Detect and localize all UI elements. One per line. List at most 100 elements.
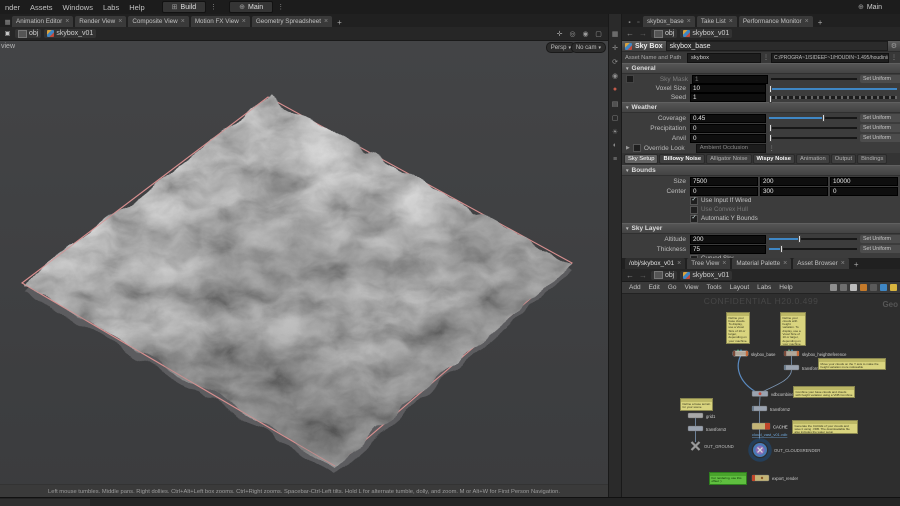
set-uniform-button[interactable]: Set Uniform	[860, 124, 900, 132]
expand-icon[interactable]: ▶	[626, 145, 630, 151]
set-uniform-button[interactable]: Set Uniform	[860, 245, 900, 253]
voxel-size-slider[interactable]	[769, 84, 897, 93]
thickness-slider[interactable]	[769, 245, 857, 253]
node-out-ground[interactable]: OUT_GROUND	[690, 441, 734, 451]
close-icon[interactable]: ×	[118, 18, 122, 25]
section-weather[interactable]: Weather	[622, 102, 900, 113]
new-tab-button[interactable]: +	[851, 260, 862, 269]
size-x-field[interactable]: 7500	[690, 176, 758, 186]
menu-view[interactable]: View	[680, 284, 702, 291]
menu-help[interactable]: Help	[124, 3, 149, 12]
close-icon[interactable]: ×	[687, 18, 691, 25]
camera-select-button[interactable]: No cam ▾	[570, 42, 606, 53]
node-skybox-base[interactable]: skybox_base	[732, 349, 776, 358]
breadcrumb-root[interactable]: obj	[651, 270, 678, 280]
set-uniform-button[interactable]: Set Uniform	[860, 114, 900, 122]
use-input-checkbox[interactable]	[690, 196, 698, 205]
folder-icon[interactable]	[890, 284, 897, 291]
menu-add[interactable]: Add	[625, 284, 645, 291]
menu-help[interactable]: Help	[775, 284, 796, 291]
gear-icon[interactable]: ⚙	[891, 42, 897, 50]
coverage-field[interactable]: 0.45	[690, 113, 766, 123]
cache-file-link[interactable]: cloud_vast_v01.vdb	[752, 432, 788, 437]
tab-asset-browser[interactable]: Asset Browser ×	[793, 258, 849, 269]
network-canvas[interactable]: CONFIDENTIAL H20.0.499 Geo skybox_base s…	[622, 294, 900, 499]
menu-render[interactable]: nder	[0, 3, 25, 12]
asset-name-dropdown[interactable]: skybox	[687, 52, 761, 63]
sky-mask-field[interactable]: 1	[692, 74, 768, 84]
pin-icon[interactable]: ▣	[3, 29, 12, 38]
node-vdbcombine1[interactable]: vdbcombine1	[751, 390, 797, 397]
record-icon[interactable]: ●	[611, 85, 620, 94]
set-uniform-button[interactable]: Set Uniform	[860, 235, 900, 243]
pane-menu-icon[interactable]: ▪	[625, 18, 634, 27]
sticky-note-base-clouds[interactable]: Define your base clouds. To display, use…	[726, 312, 750, 344]
build-desktop-menu-icon[interactable]: ⋮	[210, 3, 217, 11]
node-transform2[interactable]: transform2	[751, 405, 791, 412]
select-mode-icon[interactable]: ◎	[568, 29, 577, 38]
back-icon[interactable]: ←	[625, 29, 635, 38]
tab-animation[interactable]: Animation	[795, 154, 830, 164]
node-transform1[interactable]: transform1	[783, 364, 823, 371]
tab-animation-editor[interactable]: Animation Editor ×	[12, 16, 74, 27]
precipitation-field[interactable]: 0	[690, 123, 766, 133]
tab-tree-view[interactable]: Tree View ×	[687, 258, 731, 269]
override-look-checkbox[interactable]	[632, 144, 641, 152]
convex-hull-checkbox[interactable]	[690, 205, 698, 214]
desktop-main-selector[interactable]: ⊕ Main	[229, 1, 274, 13]
node-grid1[interactable]: grid1	[687, 412, 716, 419]
tab-take-list[interactable]: Take List ×	[696, 16, 737, 27]
coverage-slider[interactable]	[769, 114, 857, 122]
tab-bindings[interactable]: Bindings	[857, 154, 888, 164]
sticky-note-combine-clouds[interactable]: Combine your base clouds and clouds with…	[793, 386, 855, 398]
tab-material-palette[interactable]: Material Palette ×	[732, 258, 792, 269]
wrench-icon[interactable]	[830, 284, 837, 291]
tab-network-editor[interactable]: /obj/skybox_v01 ×	[625, 258, 686, 269]
tab-performance-monitor[interactable]: Performance Monitor ×	[738, 16, 813, 27]
menu-assets[interactable]: Assets	[25, 3, 58, 12]
tab-sky-setup[interactable]: Sky Setup	[624, 154, 659, 164]
sticky-note-height-clouds[interactable]: Define your clouds with height variation…	[780, 312, 806, 346]
override-look-dropdown[interactable]: Ambient Occlusion	[695, 143, 766, 153]
node-transform3[interactable]: transform3	[687, 425, 727, 432]
close-icon[interactable]: ×	[677, 260, 681, 267]
first-person-icon[interactable]: ◉	[611, 71, 620, 80]
box-icon[interactable]	[850, 284, 857, 291]
new-tab-button[interactable]: +	[334, 18, 345, 27]
desktop-build-selector[interactable]: ⊞ Build	[161, 1, 207, 13]
close-icon[interactable]: ×	[65, 18, 69, 25]
shading-icon[interactable]: ◐	[611, 141, 620, 150]
node-export-render[interactable]: export_render	[751, 474, 799, 482]
precipitation-slider[interactable]	[769, 124, 857, 132]
camera-icon[interactable]: ▤	[611, 99, 620, 108]
new-tab-button[interactable]: +	[815, 18, 826, 27]
section-sky-layer[interactable]: Sky Layer	[622, 223, 900, 234]
menu-tools[interactable]: Tools	[702, 284, 725, 291]
pane-maximize-icon[interactable]: ▫	[634, 18, 643, 27]
channel-enable-checkbox[interactable]	[626, 75, 634, 83]
menu-layout[interactable]: Layout	[726, 284, 754, 291]
close-icon[interactable]: ×	[805, 18, 809, 25]
main-desktop-menu-icon[interactable]: ⋮	[277, 3, 284, 11]
sticky-note-base-terrain[interactable]: Define a base terrain for your scene	[680, 398, 713, 411]
close-icon[interactable]: ×	[181, 18, 185, 25]
tab-billowy-noise[interactable]: Billowy Noise	[659, 154, 706, 164]
anvil-slider[interactable]	[769, 134, 857, 142]
menu-edit[interactable]: Edit	[645, 284, 664, 291]
anvil-field[interactable]: 0	[690, 133, 766, 143]
grid-snap-icon[interactable]	[870, 284, 877, 291]
sticky-note-cache[interactable]: Generate the CACHE of your clouds and sa…	[792, 420, 858, 434]
scene-viewport[interactable]: view Persp ▾ No cam ▾ Left mouse tumbles. …	[0, 41, 608, 498]
set-uniform-button[interactable]: Set Uniform	[860, 75, 900, 83]
tab-alligator-noise[interactable]: Alligator Noise	[706, 154, 752, 164]
lighting-icon[interactable]: ☀	[611, 127, 620, 136]
rotate-tool-icon[interactable]: ⟳	[611, 57, 620, 66]
sticky-note-move-clouds[interactable]: Move your clouds on the Y axis to make t…	[818, 358, 886, 370]
breadcrumb-node[interactable]: skybox_v01	[44, 29, 97, 38]
section-bounds[interactable]: Bounds	[622, 165, 900, 176]
secure-selection-icon[interactable]: ◉	[581, 29, 590, 38]
display-options-icon[interactable]: ≡	[611, 155, 620, 164]
pane-split-icon[interactable]: ▦	[3, 18, 12, 27]
breadcrumb-node[interactable]: skybox_v01	[680, 270, 733, 280]
auto-y-bounds-checkbox[interactable]	[690, 214, 698, 223]
